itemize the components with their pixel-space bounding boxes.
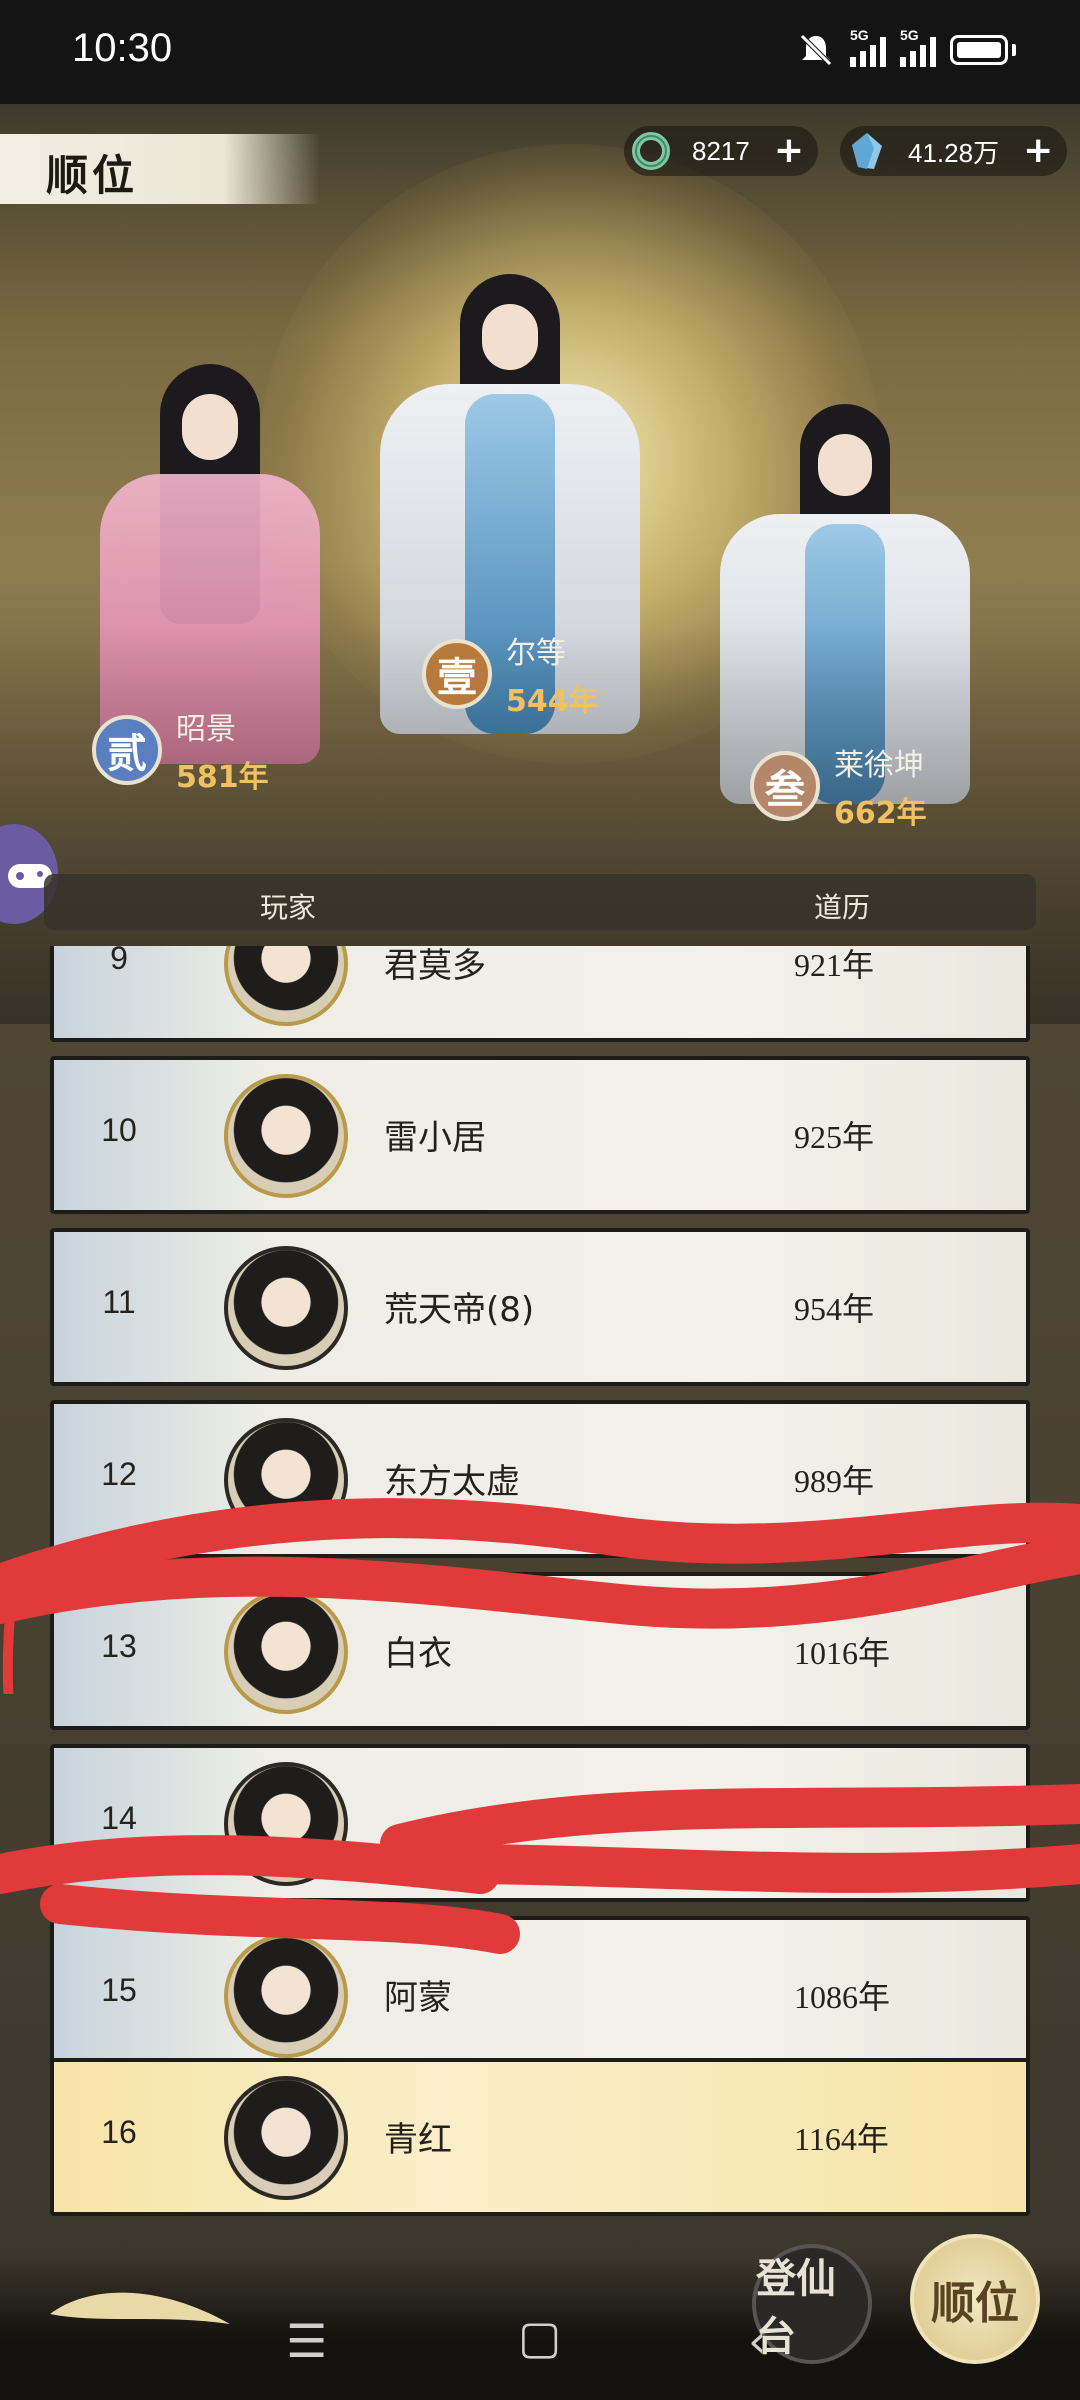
signal-1-label: 5G	[850, 27, 869, 43]
ranking-tab-button[interactable]: 顺位	[910, 2234, 1040, 2364]
spirit-crystal-icon	[852, 133, 882, 169]
podium-1-name: 尔等	[506, 636, 566, 671]
row-years: 925年	[794, 1119, 875, 1155]
self-player-name: 青红	[384, 2120, 452, 2160]
back-nav-icon[interactable]: ‹	[748, 2314, 766, 2368]
crystal-amount: 41.28万	[908, 137, 1000, 168]
jade-ring-icon	[632, 132, 670, 170]
ascend-platform-label: 登仙台	[756, 2255, 836, 2360]
status-bar: 10:30 5G 5G	[0, 0, 1080, 104]
status-icons: 5G 5G	[796, 27, 1016, 70]
row-years: 1016年	[794, 1635, 891, 1671]
self-years: 1164年	[794, 2121, 889, 2157]
ranking-row[interactable]: 10 雷小居 925年	[50, 1056, 1030, 1214]
player-avatar[interactable]	[224, 1762, 348, 1886]
player-avatar[interactable]	[224, 1074, 348, 1198]
currency-jade[interactable]: 8217 +	[624, 126, 819, 176]
player-avatar[interactable]	[224, 1934, 348, 2058]
player-avatar[interactable]	[224, 1418, 348, 1542]
ranking-tab-label: 顺位	[931, 2278, 1019, 2329]
signal-2-label: 5G	[900, 27, 919, 43]
mute-icon	[800, 34, 832, 66]
ranking-row[interactable]: 11 荒天帝(8) 954年	[50, 1228, 1030, 1386]
row-player-name: 雷小居	[384, 1118, 486, 1158]
row-rank: 9	[110, 946, 128, 976]
ranking-row[interactable]: 14 不染	[50, 1744, 1030, 1902]
podium-2-name: 昭景	[176, 712, 236, 747]
podium-entry-1[interactable]: 壹 尔等 544年	[422, 628, 599, 720]
ranking-list[interactable]: 9 君莫多 921年 10 雷小居 925年 11 荒天帝(8) 954年 12…	[50, 946, 1030, 2172]
currency-crystal[interactable]: 41.28万 +	[840, 126, 1068, 176]
battery-icon	[950, 35, 1008, 65]
row-rank: 13	[101, 1628, 137, 1664]
row-player-name: 阿蒙	[384, 1978, 452, 2018]
col-years-header: 道历	[814, 891, 871, 924]
podium-3-name: 莱徐坤	[834, 748, 924, 783]
player-avatar[interactable]	[224, 946, 348, 1026]
rank-3-medal-icon: 叁	[750, 751, 820, 821]
self-rank: 16	[101, 2114, 137, 2150]
row-player-name: 荒天帝(8)	[384, 1290, 535, 1330]
ascend-platform-button[interactable]: 登仙台	[752, 2244, 872, 2364]
row-rank: 15	[101, 1972, 137, 2008]
player-avatar[interactable]	[224, 1246, 348, 1370]
row-rank: 12	[101, 1456, 137, 1492]
row-years: 921年	[794, 947, 875, 983]
ranking-row[interactable]: 15 阿蒙 1086年	[50, 1916, 1030, 2074]
home-nav-icon[interactable]: ▢	[518, 2310, 561, 2364]
game-screen: 顺位 8217 + 41.28万 + 贰 昭景 581年 壹 尔等 544年 叁…	[0, 104, 1080, 2400]
jade-amount: 8217	[692, 135, 750, 166]
menu-nav-icon[interactable]: ☰	[286, 2314, 327, 2368]
podium-3-years: 662年	[834, 796, 927, 831]
row-player-name: 不染	[474, 1806, 542, 1846]
row-years: 954年	[794, 1291, 875, 1327]
row-rank: 14	[101, 1800, 137, 1836]
signal-icon-1: 5G	[850, 27, 886, 67]
cloud-ornament-icon	[50, 2292, 230, 2324]
ranking-row[interactable]: 12 东方太虚 989年	[50, 1400, 1030, 1558]
podium-entry-3[interactable]: 叁 莱徐坤 662年	[750, 740, 927, 832]
signal-icon-2: 5G	[900, 27, 936, 67]
row-rank: 11	[102, 1284, 136, 1320]
jade-add-button[interactable]: +	[774, 133, 804, 169]
self-ranking-row[interactable]: 16 青红 1164年	[50, 2058, 1030, 2216]
podium-2-years: 581年	[176, 760, 269, 795]
row-years: 1086年	[794, 1979, 891, 2015]
podium-entry-2[interactable]: 贰 昭景 581年	[92, 704, 269, 796]
row-player-name: 白衣	[384, 1634, 452, 1674]
row-rank: 10	[101, 1112, 137, 1148]
podium-1-years: 544年	[506, 684, 599, 719]
rank-1-medal-icon: 壹	[422, 639, 492, 709]
rank-2-medal-icon: 贰	[92, 715, 162, 785]
battery-tip	[1012, 44, 1016, 56]
player-avatar[interactable]	[224, 1590, 348, 1714]
crystal-add-button[interactable]: +	[1023, 133, 1053, 169]
ranking-table-header: 玩家 道历	[44, 874, 1036, 930]
ranking-row[interactable]: 13 白衣 1016年	[50, 1572, 1030, 1730]
row-years: 989年	[794, 1463, 875, 1499]
col-player-header: 玩家	[260, 891, 317, 924]
row-player-name: 君莫多	[384, 946, 486, 986]
self-avatar[interactable]	[224, 2076, 348, 2200]
page-title: 顺位	[46, 151, 139, 200]
status-time: 10:30	[72, 26, 173, 70]
row-player-name: 东方太虚	[384, 1462, 520, 1502]
ranking-row[interactable]: 9 君莫多 921年	[50, 946, 1030, 1042]
